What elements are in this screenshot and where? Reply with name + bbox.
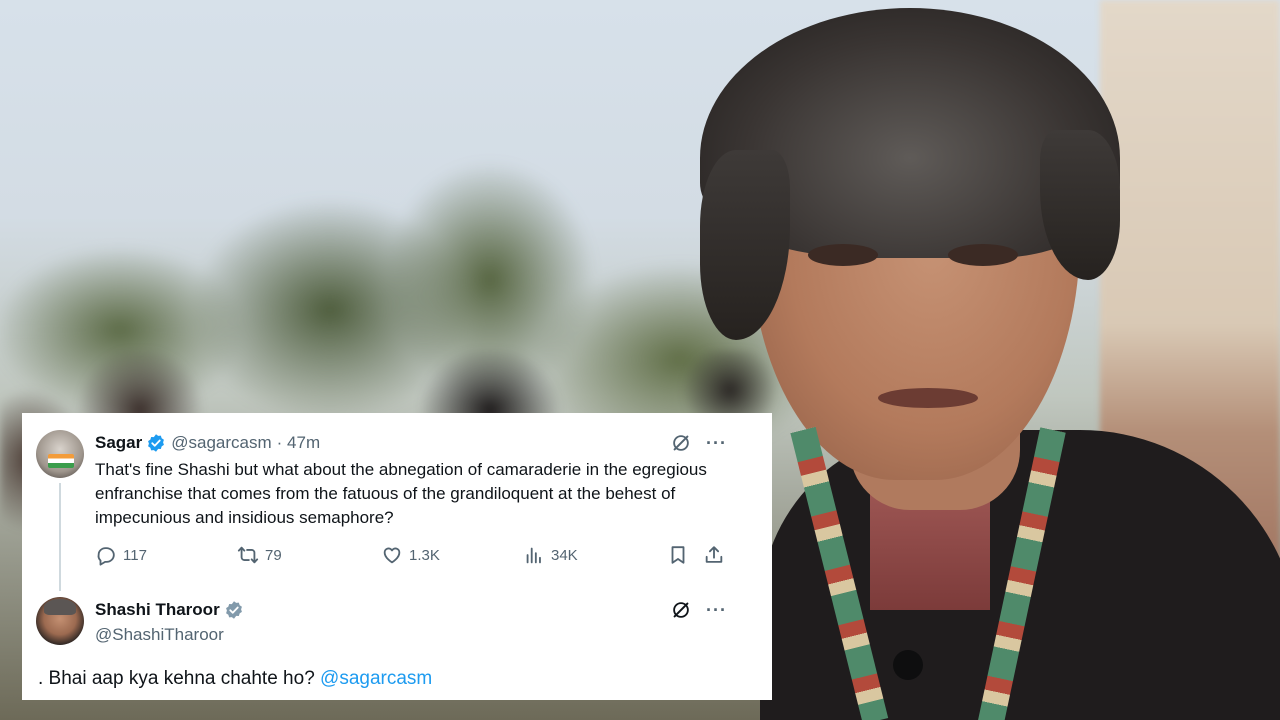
reply-header: Shashi Tharoor <box>95 599 244 621</box>
more-icon[interactable]: ··· <box>706 434 727 452</box>
verified-badge-icon <box>148 434 165 452</box>
verified-badge-icon <box>225 601 242 619</box>
tweet-author-name[interactable]: Sagar <box>95 433 142 453</box>
avatar-flag <box>48 454 74 468</box>
reply-button[interactable]: 117 <box>95 544 147 566</box>
view-count: 34K <box>551 546 578 564</box>
person-mouth <box>878 388 978 408</box>
tweet-body-text: That's fine Shashi but what about the ab… <box>95 460 707 527</box>
reply-body-text: . Bhai aap kya kehna chahte ho? @sagarca… <box>38 667 432 691</box>
jacket-button <box>893 650 923 680</box>
views-icon <box>526 547 541 564</box>
reply-icon <box>97 547 115 566</box>
person-left-eye <box>808 244 878 266</box>
share-button[interactable] <box>703 544 731 566</box>
reply-author-handle[interactable]: @ShashiTharoor <box>95 625 224 645</box>
reply-author-name[interactable]: Shashi Tharoor <box>95 600 220 620</box>
sagar-avatar[interactable] <box>36 430 84 478</box>
like-icon <box>383 547 401 564</box>
tweet-top-actions: ··· <box>670 432 727 454</box>
avatar-hair <box>44 599 76 615</box>
retweet-icon <box>237 546 259 564</box>
thread-connector-line <box>59 483 61 591</box>
person-right-eye <box>948 244 1018 266</box>
grok-icon[interactable] <box>670 432 692 454</box>
tweet-author-handle[interactable]: @sagarcasm <box>171 433 271 453</box>
reply-top-actions: ··· <box>670 599 727 621</box>
reply-count: 117 <box>123 546 147 564</box>
grok-icon[interactable] <box>670 599 692 621</box>
views-button[interactable]: 34K <box>523 544 578 566</box>
bookmark-icon <box>671 546 685 564</box>
reply-text: . Bhai aap kya kehna chahte ho? <box>38 668 315 689</box>
bookmark-button[interactable] <box>667 544 695 566</box>
reply-mention-link[interactable]: @sagarcasm <box>320 668 432 689</box>
like-count: 1.3K <box>409 546 440 564</box>
more-icon[interactable]: ··· <box>706 601 727 619</box>
share-icon <box>705 546 723 563</box>
like-button[interactable]: 1.3K <box>381 544 440 566</box>
tweet-timestamp[interactable]: · 47m <box>277 433 320 453</box>
tweet-header: Sagar @sagarcasm · 47m <box>95 432 320 454</box>
tweet-action-bar: 117 79 1.3K 34K <box>95 544 727 570</box>
retweet-count: 79 <box>265 546 282 564</box>
shashi-avatar[interactable] <box>36 597 84 645</box>
tweet-thread-card: Sagar @sagarcasm · 47m ··· That's fine S… <box>22 413 772 700</box>
retweet-button[interactable]: 79 <box>237 544 282 566</box>
